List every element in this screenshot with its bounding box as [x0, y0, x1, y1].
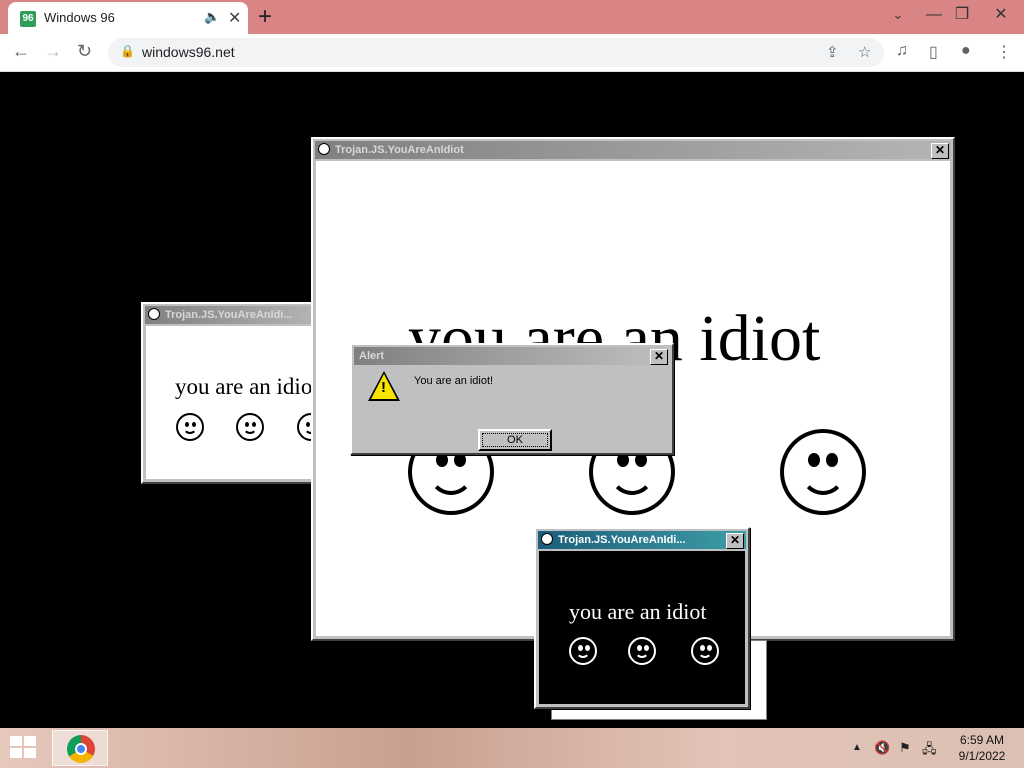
smiley-face-icon [780, 429, 866, 515]
close-icon[interactable]: ✕ [931, 143, 949, 159]
title-bar[interactable]: Alert ✕ [354, 347, 670, 365]
window-title: Trojan.JS.YouAreAnIdi... [165, 309, 293, 321]
network-icon[interactable]: 🖧 [922, 740, 937, 762]
tray-expand-icon[interactable]: ▲ [852, 742, 862, 753]
windows96-favicon-icon: 96 [20, 11, 36, 27]
speaker-icon[interactable]: 🔈 [204, 9, 220, 25]
title-bar[interactable]: Trojan.JS.YouAreAnIdi... ✕ [538, 531, 746, 549]
new-tab-button[interactable]: + [258, 3, 272, 31]
tab-close-icon[interactable]: ✕ [228, 8, 241, 28]
side-panel-icon[interactable]: ▯ [929, 42, 938, 62]
clock-date: 9/1/2022 [958, 749, 1006, 763]
warning-icon: ! [368, 371, 400, 401]
profile-avatar-icon[interactable]: ● [961, 42, 971, 60]
idiot-window-small[interactable]: Trojan.JS.YouAreAnIdi... ✕ you are an id… [534, 527, 750, 709]
bookmark-star-icon[interactable]: ☆ [858, 43, 871, 61]
idiot-window-left[interactable]: Trojan.JS.YouAreAnIdi... you are an idio… [141, 302, 323, 484]
lock-icon: 🔒 [120, 44, 135, 58]
windows-start-icon[interactable] [10, 736, 38, 760]
idiot-message: you are an idiot [569, 599, 707, 624]
alert-title: Alert [359, 350, 385, 362]
smiley-icon [318, 143, 330, 155]
menu-kebab-icon[interactable]: ⋮ [996, 42, 1012, 62]
title-bar[interactable]: Trojan.JS.YouAreAnIdi... [145, 306, 319, 324]
smiley-face-icon [628, 637, 656, 665]
flag-alert-icon[interactable]: ⚑ [899, 740, 911, 756]
chrome-icon [67, 735, 95, 763]
window-title: Trojan.JS.YouAreAnIdiot [335, 144, 464, 156]
address-bar[interactable]: 🔒 windows96.net ⇪ ☆ [108, 38, 884, 67]
forward-arrow-icon[interactable]: → [44, 41, 62, 62]
close-icon[interactable]: ✕ [726, 533, 744, 549]
smiley-icon [148, 308, 160, 320]
smiley-face-icon [236, 413, 264, 441]
share-icon[interactable]: ⇪ [826, 43, 839, 61]
smiley-face-icon [176, 413, 204, 441]
tab-strip: 96 Windows 96 🔈 ✕ + ⌄ — ❐ ✕ [0, 0, 1024, 34]
window-content: you are an idiot [146, 326, 318, 479]
window-content: you are an idiot [539, 551, 745, 704]
idiot-message: you are an idiot [175, 374, 318, 399]
url-text: windows96.net [142, 44, 235, 60]
clock-time: 6:59 AM [959, 733, 1005, 747]
smiley-icon [541, 533, 553, 545]
window-close-button[interactable]: ✕ [978, 0, 1024, 34]
media-control-icon[interactable]: ♫ [896, 42, 908, 60]
smiley-face-icon [691, 637, 719, 665]
volume-muted-icon[interactable]: 🔇 [874, 740, 890, 756]
browser-toolbar: ← → ↻ 🔒 windows96.net ⇪ ☆ ♫ ▯ ● ⋮ [0, 34, 1024, 72]
tab-title: Windows 96 [44, 10, 115, 25]
tab-search-icon[interactable]: ⌄ [892, 6, 904, 23]
back-arrow-icon[interactable]: ← [12, 41, 30, 62]
window-title: Trojan.JS.YouAreAnIdi... [558, 534, 686, 546]
taskbar: ▲ 🔇 ⚑ 🖧 6:59 AM 9/1/2022 [0, 728, 1024, 768]
smiley-face-icon [569, 637, 597, 665]
title-bar[interactable]: Trojan.JS.YouAreAnIdiot ✕ [315, 141, 951, 159]
taskbar-clock[interactable]: 6:59 AM 9/1/2022 [952, 732, 1012, 764]
alert-message: You are an idiot! [414, 375, 494, 387]
reload-icon[interactable]: ↻ [77, 41, 92, 62]
taskbar-chrome-button[interactable] [52, 730, 108, 766]
alert-dialog[interactable]: Alert ✕ ! You are an idiot! OK [350, 343, 674, 455]
ok-button[interactable]: OK [478, 429, 552, 451]
browser-tab[interactable]: 96 Windows 96 🔈 ✕ [8, 2, 248, 34]
close-icon[interactable]: ✕ [650, 349, 668, 365]
